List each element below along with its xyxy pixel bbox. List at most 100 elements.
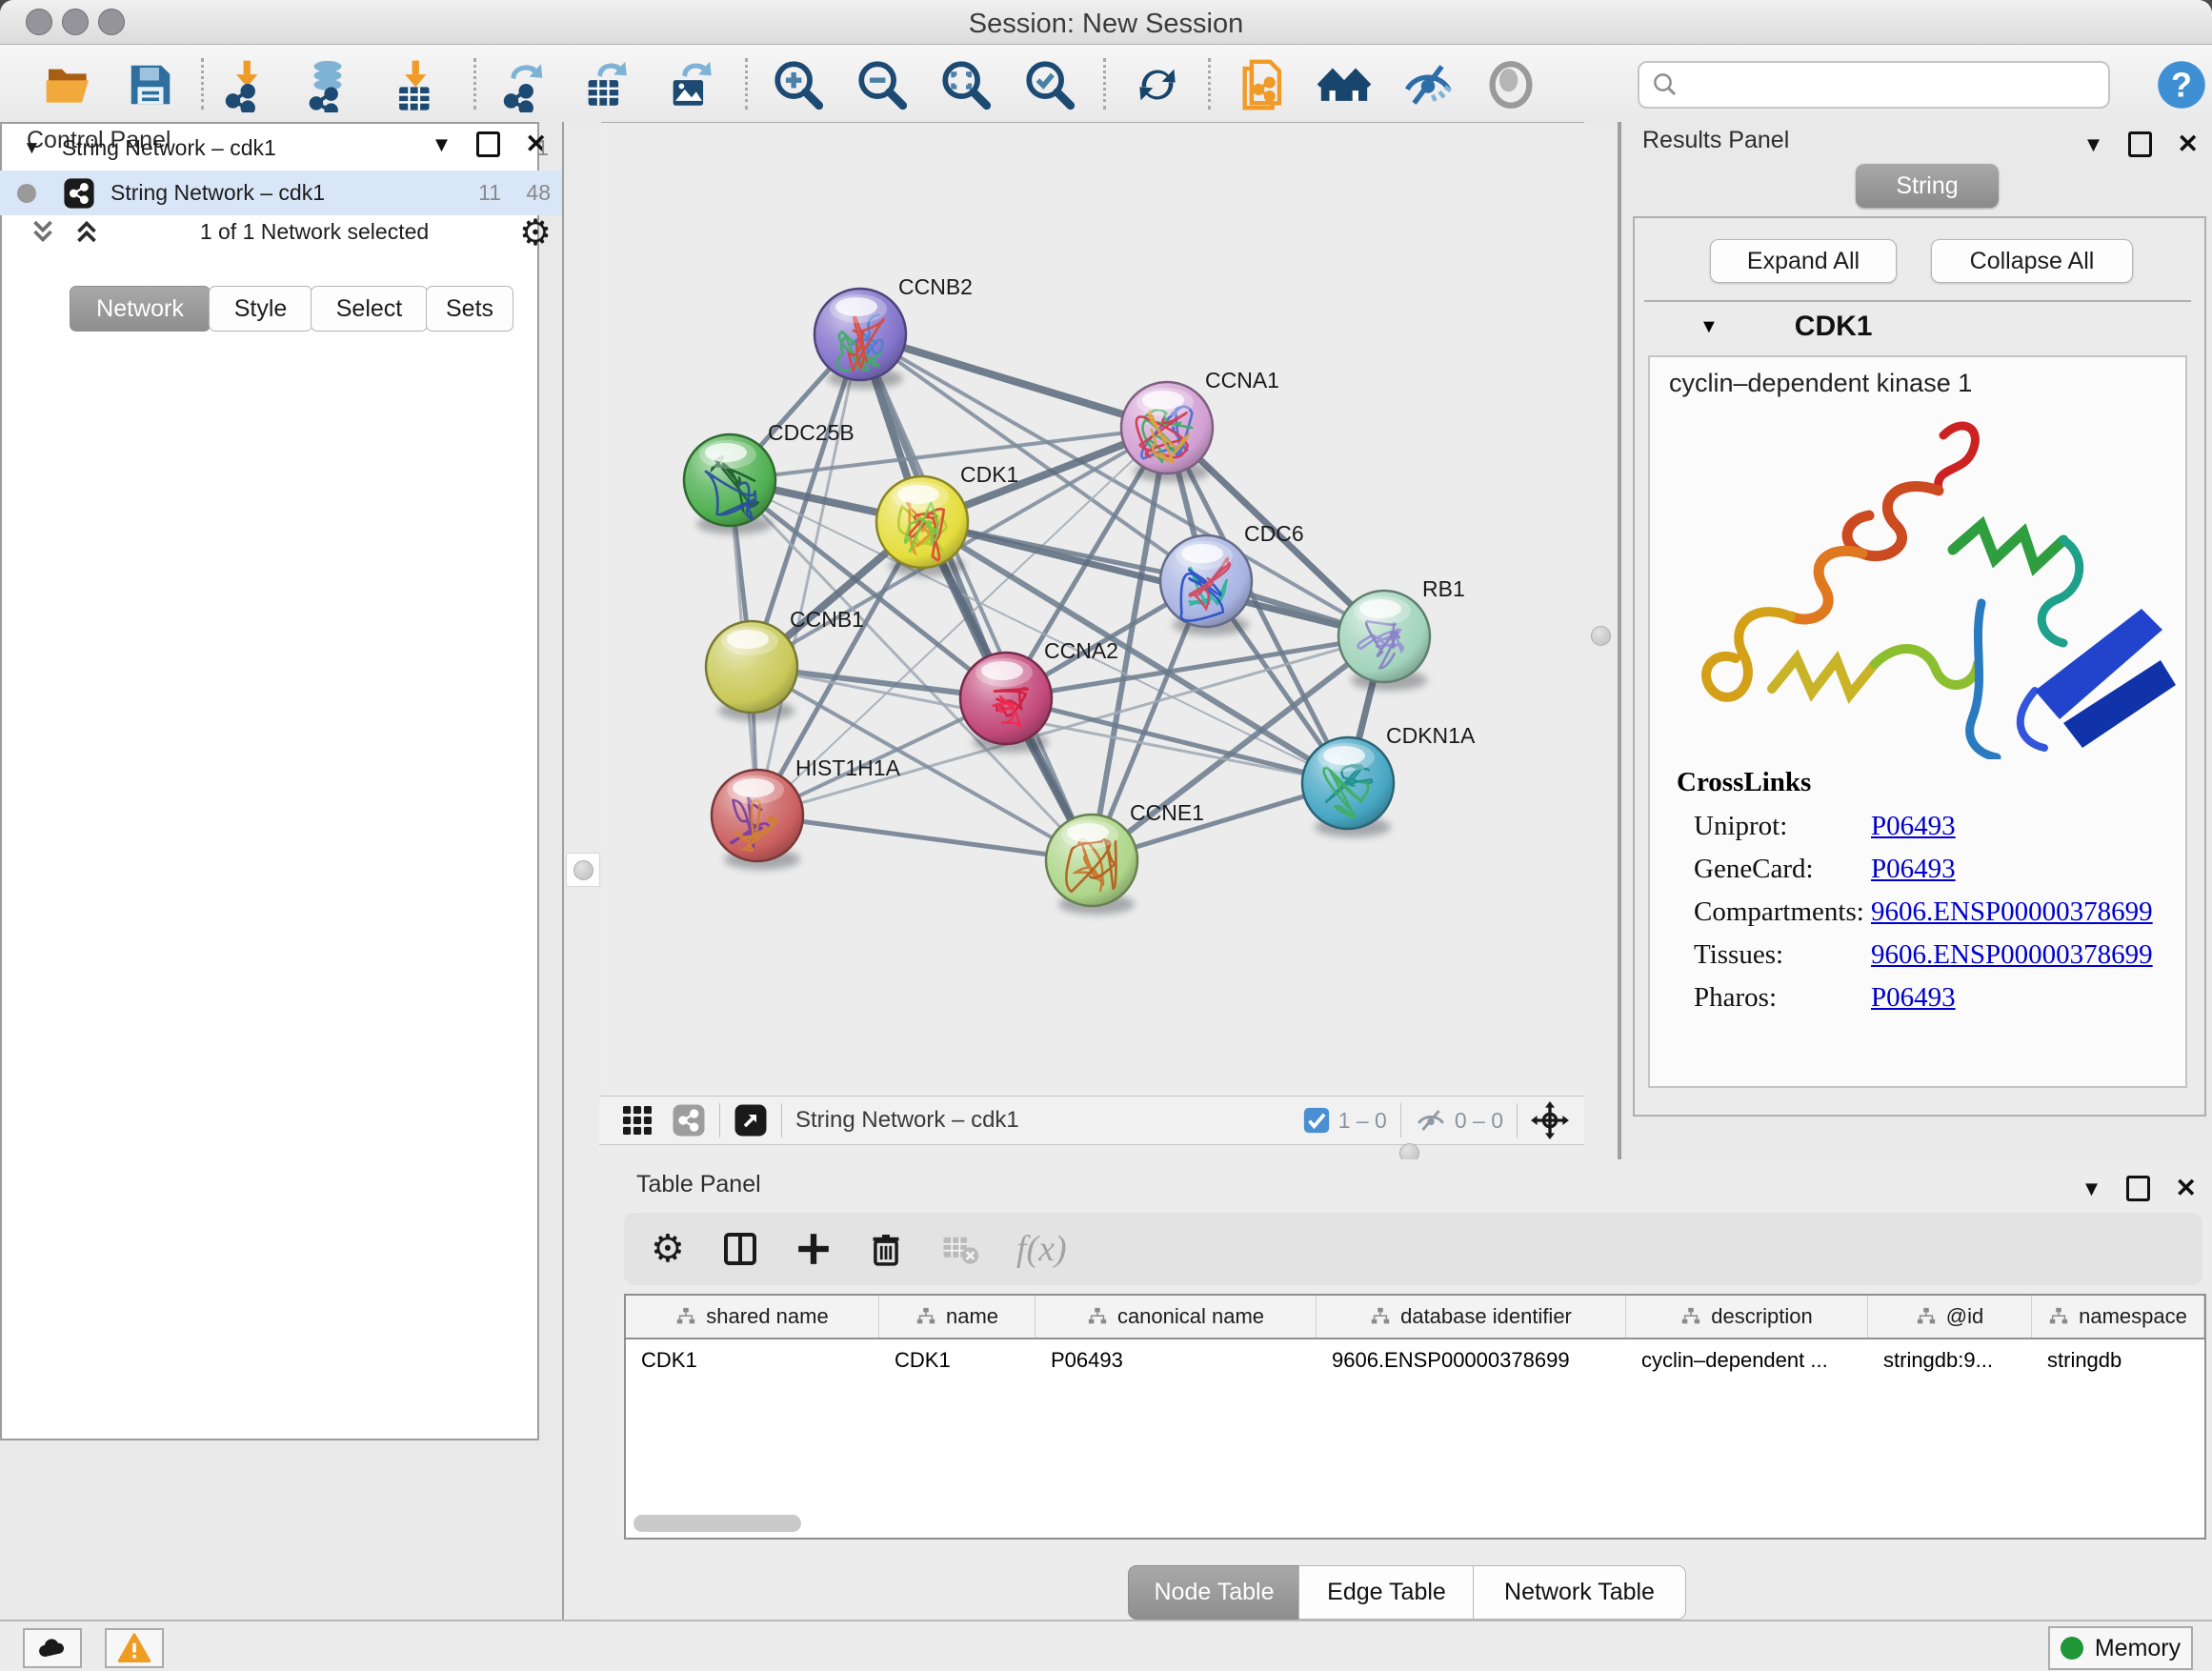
network-collection-row[interactable]: ▼ String Network – cdk1 1 bbox=[0, 126, 562, 171]
network-edge-CDK1-RB1[interactable] bbox=[922, 522, 1384, 636]
disclosure-triangle-icon[interactable]: ▼ bbox=[1699, 316, 1719, 338]
birds-eye-grid-icon[interactable] bbox=[620, 1103, 654, 1137]
show-columns-icon[interactable] bbox=[721, 1230, 759, 1268]
delete-column-trash-icon[interactable] bbox=[868, 1231, 904, 1267]
network-share-badge-icon[interactable] bbox=[672, 1103, 706, 1137]
import-network-database-button[interactable] bbox=[299, 56, 356, 113]
table-cell[interactable]: 9606.ENSP00000378699 bbox=[1317, 1339, 1626, 1381]
zoom-out-button[interactable] bbox=[854, 56, 911, 113]
splitter-handle-icon[interactable] bbox=[573, 860, 593, 880]
horizontal-scrollbar[interactable] bbox=[633, 1515, 801, 1532]
import-network-file-button[interactable] bbox=[218, 56, 275, 113]
network-node-HIST1H1A[interactable] bbox=[712, 770, 803, 870]
results-panel-close-icon[interactable]: ✕ bbox=[2177, 130, 2199, 159]
table-panel-collapse-icon[interactable]: ▼ bbox=[2081, 1177, 2102, 1201]
table-cell[interactable]: P06493 bbox=[1036, 1339, 1317, 1381]
network-view-toolbar: String Network – cdk1 1 – 0 0 – 0 bbox=[599, 1096, 1584, 1145]
tab-network[interactable]: Network bbox=[70, 286, 211, 332]
table-cell[interactable]: stringdb:9... bbox=[1868, 1339, 2032, 1381]
results-panel-collapse-icon[interactable]: ▼ bbox=[2083, 132, 2104, 157]
add-column-icon[interactable] bbox=[795, 1231, 832, 1267]
search-input[interactable] bbox=[1685, 70, 2108, 99]
network-edge-CCNB2-CCNA1[interactable] bbox=[860, 334, 1167, 428]
toggle-graphics-details-button[interactable] bbox=[1482, 56, 1539, 113]
search-field[interactable] bbox=[1638, 61, 2110, 109]
table-cell[interactable]: cyclin–dependent ... bbox=[1626, 1339, 1868, 1381]
selected-checkbox-icon[interactable] bbox=[1302, 1106, 1331, 1135]
table-cell[interactable]: CDK1 bbox=[626, 1339, 879, 1381]
network-node-CDC25B[interactable] bbox=[684, 434, 775, 534]
string-document-icon bbox=[1236, 57, 1291, 112]
table-panel-float-icon[interactable] bbox=[2126, 1176, 2150, 1201]
network-row[interactable]: String Network – cdk1 11 48 bbox=[0, 171, 562, 215]
collapse-all-button[interactable]: Collapse All bbox=[1931, 239, 2133, 283]
crosslink-link[interactable]: 9606.ENSP00000378699 bbox=[1871, 896, 2153, 928]
cloud-status-button[interactable] bbox=[23, 1628, 82, 1668]
memory-status-button[interactable]: Memory bbox=[2048, 1626, 2193, 1670]
hide-selected-button[interactable] bbox=[1399, 56, 1457, 113]
open-session-button[interactable] bbox=[40, 56, 97, 113]
export-table-button[interactable] bbox=[578, 56, 635, 113]
crosslink-link[interactable]: P06493 bbox=[1871, 811, 1956, 842]
tab-string-results[interactable]: String bbox=[1856, 164, 1999, 208]
zoom-in-button[interactable] bbox=[770, 56, 827, 113]
network-options-gear-icon[interactable]: ⚙ bbox=[519, 211, 552, 254]
column-header--id[interactable]: @id bbox=[1868, 1296, 2032, 1338]
node-table[interactable]: shared namenamecanonical namedatabase id… bbox=[624, 1294, 2206, 1540]
zoom-selected-button[interactable] bbox=[1021, 56, 1078, 113]
crosslink-link[interactable]: P06493 bbox=[1871, 982, 1956, 1014]
tab-sets[interactable]: Sets bbox=[426, 286, 513, 332]
results-panel-float-icon[interactable] bbox=[2128, 131, 2152, 157]
help-button[interactable]: ? bbox=[2153, 56, 2210, 113]
column-header-shared-name[interactable]: shared name bbox=[626, 1296, 879, 1338]
save-session-button[interactable] bbox=[122, 56, 179, 113]
table-cell[interactable]: stringdb bbox=[2032, 1339, 2204, 1381]
refresh-view-button[interactable] bbox=[1129, 56, 1186, 113]
export-image-button[interactable] bbox=[663, 56, 720, 113]
tab-node-table[interactable]: Node Table bbox=[1128, 1565, 1300, 1620]
protein-section-header[interactable]: ▼ CDK1 bbox=[1644, 302, 2191, 352]
table-panel-close-icon[interactable]: ✕ bbox=[2175, 1174, 2197, 1203]
network-edge-CCNB2-CCNE1[interactable] bbox=[860, 334, 1092, 860]
disclosure-triangle-icon[interactable]: ▼ bbox=[23, 138, 41, 159]
network-node-CDC6[interactable] bbox=[1160, 535, 1252, 635]
warnings-button[interactable] bbox=[105, 1628, 164, 1668]
hidden-eye-slash-icon[interactable] bbox=[1415, 1104, 1447, 1137]
table-options-gear-icon[interactable]: ⚙ bbox=[651, 1227, 685, 1271]
network-node-RB1[interactable] bbox=[1338, 591, 1430, 691]
network-node-CCNB1[interactable] bbox=[706, 621, 797, 721]
export-network-button[interactable] bbox=[496, 56, 553, 113]
column-header-namespace[interactable]: namespace bbox=[2032, 1296, 2204, 1338]
network-edge-CCNB2-HIST1H1A[interactable] bbox=[757, 334, 860, 815]
collapse-all-networks-button[interactable] bbox=[27, 215, 59, 248]
network-canvas[interactable]: CCNB2CCNA1CDC25BCDK1CDC6RB1CCNB1CCNA2CDK… bbox=[599, 122, 1584, 1096]
table-cell[interactable]: CDK1 bbox=[879, 1339, 1036, 1381]
import-table-file-button[interactable] bbox=[387, 56, 444, 113]
expand-all-button[interactable]: Expand All bbox=[1710, 239, 1897, 283]
network-node-CDK1[interactable] bbox=[876, 476, 968, 576]
crosslink-link[interactable]: P06493 bbox=[1871, 854, 1956, 885]
network-node-CDKN1A[interactable] bbox=[1302, 737, 1394, 837]
expand-all-networks-button[interactable] bbox=[70, 215, 103, 248]
column-header-description[interactable]: description bbox=[1626, 1296, 1868, 1338]
table-row[interactable]: CDK1CDK1P064939606.ENSP00000378699cyclin… bbox=[626, 1339, 2204, 1381]
tab-edge-table[interactable]: Edge Table bbox=[1298, 1565, 1475, 1620]
network-node-CCNA1[interactable] bbox=[1121, 382, 1213, 482]
network-node-CCNE1[interactable] bbox=[1046, 815, 1137, 915]
string-home-button[interactable] bbox=[1316, 56, 1373, 113]
import-table-icon bbox=[388, 57, 443, 112]
tab-select[interactable]: Select bbox=[311, 286, 428, 332]
splitter-handle-icon[interactable] bbox=[1591, 626, 1611, 646]
zoom-fit-button[interactable] bbox=[937, 56, 995, 113]
tab-style[interactable]: Style bbox=[209, 286, 312, 332]
column-header-name[interactable]: name bbox=[879, 1296, 1036, 1338]
tab-network-table[interactable]: Network Table bbox=[1473, 1565, 1686, 1620]
left-panel-splitter[interactable] bbox=[562, 122, 601, 1620]
column-header-database-identifier[interactable]: database identifier bbox=[1317, 1296, 1626, 1338]
pan-crosshair-icon[interactable] bbox=[1531, 1101, 1569, 1139]
network-edge-HIST1H1A-CCNE1[interactable] bbox=[757, 815, 1092, 860]
import-string-network-button[interactable] bbox=[1235, 56, 1292, 113]
crosslink-link[interactable]: 9606.ENSP00000378699 bbox=[1871, 939, 2153, 971]
column-header-canonical-name[interactable]: canonical name bbox=[1036, 1296, 1317, 1338]
open-in-new-window-icon[interactable] bbox=[734, 1103, 768, 1137]
